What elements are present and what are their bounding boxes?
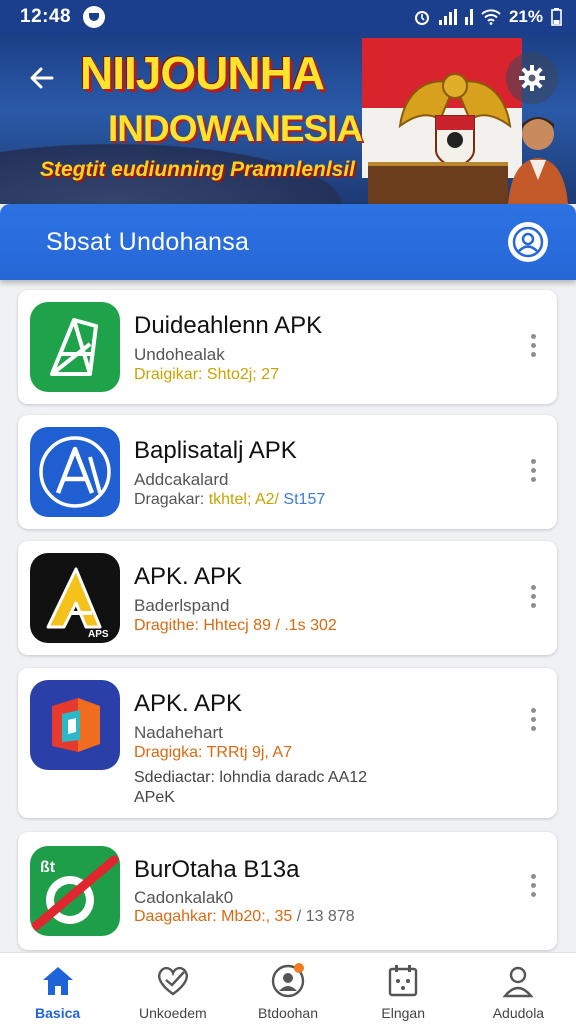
alarm-icon <box>414 11 429 25</box>
app-icon <box>30 302 120 392</box>
signal-2-icon <box>464 9 473 25</box>
hero-title-line2: INDOWANESIA <box>108 108 363 149</box>
app-meta: Daagahkar: Mb20:, 35 / 13 878 <box>134 908 355 926</box>
hero-title-line1: NIIJOUNHA <box>80 47 325 99</box>
app-name: APK. APK <box>134 690 243 717</box>
heart-check-icon <box>155 963 191 999</box>
podium-image <box>368 162 508 204</box>
app-meta-value: tkhtel; A2/ <box>208 491 279 508</box>
no-install-logo-icon: ßt <box>31 855 119 931</box>
profile-badge-icon <box>270 963 306 999</box>
app-name: APK. APK <box>134 563 243 590</box>
app-card[interactable]: Duideahlenn APK Undohealak Draigikar: Sh… <box>18 290 557 404</box>
app-meta-label: Daagahkar: <box>134 908 217 925</box>
app-meta: Dragithe: Hhtecj 89 / .1s 302 <box>134 617 337 635</box>
app-card[interactable]: APK. APK Nadahehart Dragigka: TRRtj 9j, … <box>18 668 557 818</box>
notification-badge <box>294 963 304 973</box>
nav-item-account[interactable]: Adudola <box>461 953 576 1024</box>
home-icon <box>40 963 76 999</box>
hero-tagline: Stegtit eudiunning Pramnlenlsil <box>40 158 356 181</box>
app-subtitle: Nadahehart <box>134 723 223 742</box>
battery-percent: 21% <box>508 7 543 26</box>
nav-item-home[interactable]: Basica <box>0 953 115 1024</box>
nav-item-favorites[interactable]: Unkoedem <box>115 953 230 1024</box>
status-indicators: 21% <box>413 7 562 27</box>
status-time: 12:48 <box>20 6 72 27</box>
app-meta-extra: / .1s 302 <box>275 617 337 634</box>
nav-label: Basica <box>35 1005 81 1021</box>
app-subtitle: Undohealak <box>134 345 225 364</box>
app-icon: ßt <box>30 846 120 936</box>
app-meta-extra: St157 <box>283 491 326 508</box>
app-store-a-icon <box>39 436 111 508</box>
app-description: Sdediactar: lohndia daradc AA12 APeK <box>134 768 367 808</box>
app-subtitle: Baderlspand <box>134 596 230 615</box>
nav-label: Btdoohan <box>258 1005 318 1021</box>
cube-logo-icon <box>52 698 100 752</box>
triangle-logo-icon <box>50 318 98 376</box>
app-description-line: Sdediactar: lohndia daradc AA12 <box>134 769 368 786</box>
app-name: Duideahlenn APK <box>134 312 323 339</box>
gear-icon <box>519 65 545 91</box>
more-options-button[interactable] <box>521 870 545 900</box>
arrow-left-icon <box>30 67 54 89</box>
app-meta-value: Hhtecj 89 <box>203 617 271 634</box>
person-image <box>508 117 568 204</box>
hero-banner: NIIJOUNHA INDOWANESIA Stegtit eudiunning… <box>0 34 576 204</box>
app-name: Baplisatalj APK <box>134 437 297 464</box>
battery-icon <box>551 8 562 26</box>
nav-item-profile[interactable]: Btdoohan <box>230 953 345 1024</box>
nav-label: Unkoedem <box>138 1005 207 1021</box>
notification-icon <box>83 6 106 28</box>
wifi-icon <box>481 9 501 25</box>
letter-a-logo-icon: APS <box>46 567 109 640</box>
section-title: Sbsat Undohansa <box>46 228 250 256</box>
app-meta-extra: / 13 878 <box>296 908 355 925</box>
settings-button[interactable] <box>506 52 558 104</box>
app-subtitle: Cadonkalak0 <box>134 888 234 907</box>
app-icon <box>30 680 120 770</box>
app-meta-value: Mb20:, 35 <box>221 908 293 925</box>
app-meta-label: Dragakar: <box>134 491 205 508</box>
section-header: Sbsat Undohansa <box>0 204 576 280</box>
signal-icon <box>438 9 457 25</box>
account-circle-icon <box>512 226 544 258</box>
app-meta-value: TRRtj 9j, A7 <box>206 744 292 761</box>
user-icon <box>500 963 536 999</box>
app-subtitle: Addcakalard <box>134 470 229 489</box>
app-icon <box>30 427 120 517</box>
app-meta: Draigikar: Shto2j; 27 <box>134 366 279 384</box>
account-button[interactable] <box>508 222 548 262</box>
svg-text:APS: APS <box>88 629 109 640</box>
app-meta: Dragakar: tkhtel; A2/ St157 <box>134 491 325 509</box>
more-options-button[interactable] <box>521 704 545 734</box>
app-meta: Dragigka: TRRtj 9j, A7 <box>134 744 292 762</box>
app-card[interactable]: APS APK. APK Baderlspand Dragithe: Hhtec… <box>18 541 557 655</box>
app-meta-label: Draigikar: <box>134 366 203 383</box>
app-meta-label: Dragigka: <box>134 744 203 761</box>
status-bar: 12:48 21% <box>0 0 576 34</box>
back-button[interactable] <box>20 56 64 100</box>
nav-label: Elngan <box>381 1005 425 1021</box>
svg-text:ßt: ßt <box>40 859 56 876</box>
app-meta-label: Dragithe: <box>134 617 199 634</box>
nav-item-calendar[interactable]: Elngan <box>346 953 461 1024</box>
app-name: BurOtaha B13a <box>134 856 300 883</box>
more-options-button[interactable] <box>521 581 545 611</box>
bottom-navigation: Basica Unkoedem Btdoohan Elngan Adudola <box>0 952 576 1024</box>
app-card[interactable]: ßt BurOtaha B13a Cadonkalak0 Daagahkar: … <box>18 832 557 950</box>
app-icon: APS <box>30 553 120 643</box>
app-description-line: APeK <box>134 789 175 806</box>
nav-label: Adudola <box>492 1005 545 1021</box>
calendar-icon <box>385 963 421 999</box>
more-options-button[interactable] <box>521 455 545 485</box>
app-meta-value: Shto2j; 27 <box>206 366 279 383</box>
app-card[interactable]: Baplisatalj APK Addcakalard Dragakar: tk… <box>18 415 557 529</box>
more-options-button[interactable] <box>521 330 545 360</box>
